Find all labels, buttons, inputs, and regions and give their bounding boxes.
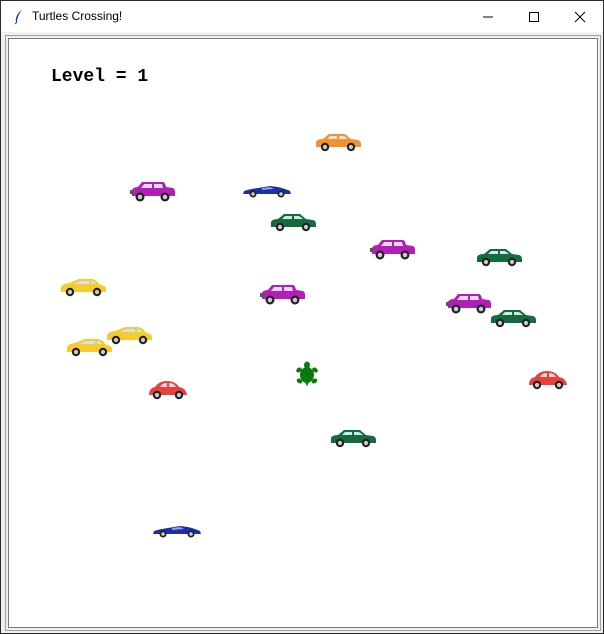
- green-sedan-car: [475, 246, 523, 272]
- minimize-icon: [483, 16, 493, 18]
- magenta-suv-car: [369, 237, 417, 265]
- blue-sports-car: [242, 183, 292, 202]
- orange-sedan-car: [314, 131, 362, 157]
- level-label: Level = 1: [51, 67, 149, 87]
- red-beetle-car: [527, 369, 569, 395]
- feather-icon: [11, 9, 27, 25]
- magenta-suv-car: [445, 291, 493, 319]
- turtle-icon: [296, 361, 318, 387]
- canvas-frame: Level = 1: [5, 35, 601, 631]
- title-bar[interactable]: Turtles Crossing!: [1, 1, 603, 32]
- maximize-button[interactable]: [511, 1, 557, 32]
- blue-sports-car: [152, 523, 202, 542]
- player-turtle: [296, 361, 318, 391]
- green-sedan-car: [489, 307, 537, 333]
- close-icon: [574, 11, 586, 23]
- yellow-hatch-car: [59, 276, 107, 302]
- minimize-button[interactable]: [465, 1, 511, 32]
- close-button[interactable]: [557, 1, 603, 32]
- red-beetle-car: [147, 379, 189, 405]
- green-sedan-car: [269, 211, 317, 237]
- window-title: Turtles Crossing!: [32, 9, 123, 23]
- yellow-hatch-car: [65, 336, 113, 362]
- maximize-icon: [529, 12, 539, 22]
- magenta-suv-car: [259, 282, 307, 310]
- magenta-suv-car: [129, 179, 177, 207]
- game-canvas[interactable]: Level = 1: [8, 38, 598, 628]
- green-sedan-car: [329, 427, 377, 453]
- app-window: Turtles Crossing! Level = 1: [0, 0, 604, 634]
